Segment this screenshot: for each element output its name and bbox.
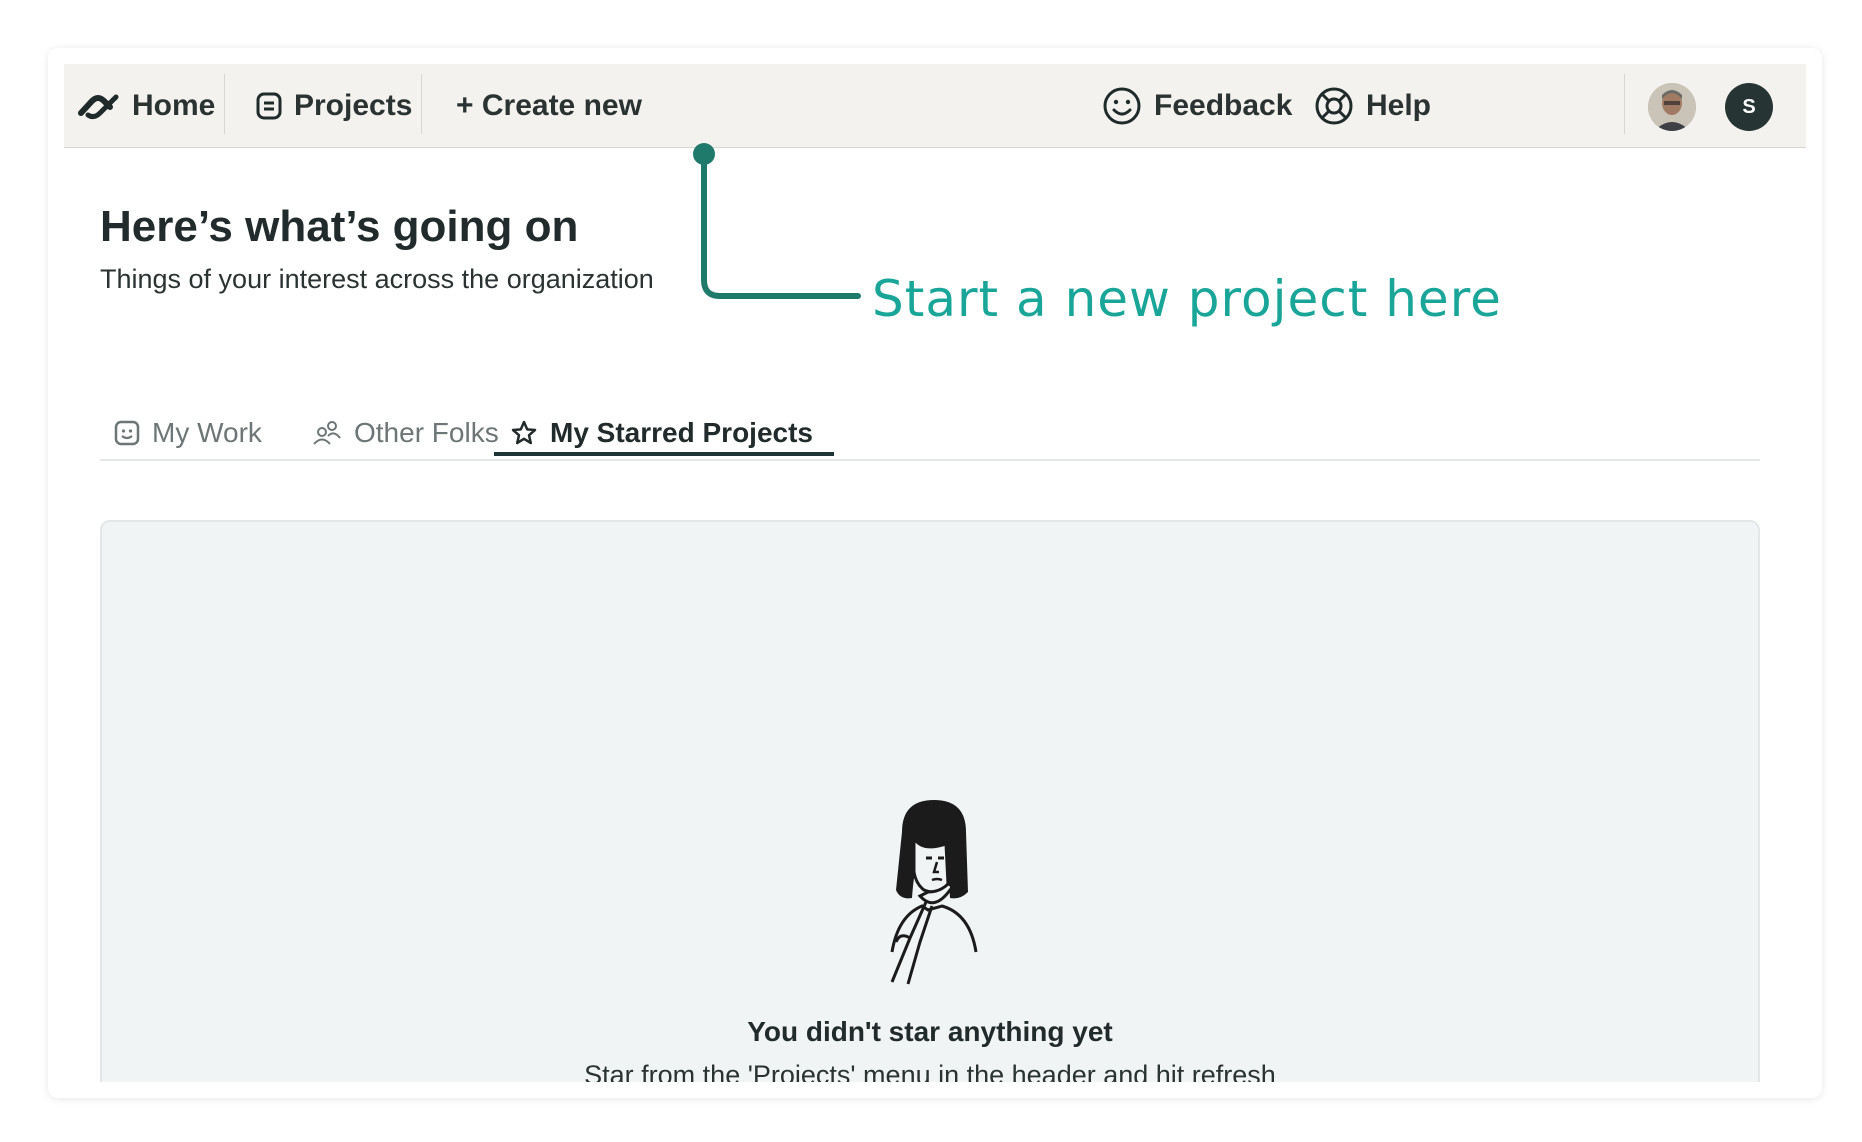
annotation-label: Start a new project here xyxy=(872,270,1502,328)
tab-other-folks[interactable]: Other Folks xyxy=(312,409,499,457)
nav-home-label: Home xyxy=(132,89,216,122)
tab-my-starred-projects-label: My Starred Projects xyxy=(550,417,813,448)
tab-other-folks-label: Other Folks xyxy=(354,417,499,448)
user-avatar-initial[interactable]: S xyxy=(1725,83,1773,131)
active-tab-indicator xyxy=(494,452,834,456)
nav-divider xyxy=(1624,74,1625,134)
smiley-icon xyxy=(1102,86,1142,126)
nav-divider xyxy=(421,74,422,134)
tab-my-work[interactable]: My Work xyxy=(114,409,262,457)
feedback-label: Feedback xyxy=(1154,89,1293,122)
create-new-label: + Create new xyxy=(456,89,642,122)
tab-bar: My Work Other Folks My Starred Projects xyxy=(100,399,1760,461)
empty-state-title: You didn't star anything yet xyxy=(747,1016,1113,1047)
nav-divider xyxy=(224,74,225,134)
logo-icon xyxy=(78,91,120,121)
smiley-square-icon xyxy=(114,420,140,446)
empty-state-subtitle: Star from the 'Projects' menu in the hea… xyxy=(584,1060,1276,1082)
feedback-button[interactable]: Feedback xyxy=(1102,64,1292,148)
nav-projects[interactable]: Projects xyxy=(256,64,412,148)
help-label: Help xyxy=(1366,89,1432,122)
page-title: Here’s what’s going on xyxy=(100,202,579,251)
nav-home[interactable]: Home xyxy=(78,64,215,148)
help-button[interactable]: Help xyxy=(1314,64,1431,148)
people-icon xyxy=(312,420,342,446)
lifebuoy-icon xyxy=(1314,86,1354,126)
page-subtitle: Things of your interest across the organ… xyxy=(100,264,654,294)
nav-projects-label: Projects xyxy=(294,89,413,122)
user-avatar-photo[interactable] xyxy=(1648,83,1696,131)
tab-my-work-label: My Work xyxy=(152,417,262,448)
top-navbar: Home Projects + Create new Feedback Help… xyxy=(64,64,1806,148)
empty-state-panel: You didn't star anything yet Star from t… xyxy=(100,520,1760,1082)
app-content: Home Projects + Create new Feedback Help… xyxy=(64,64,1806,1082)
document-icon xyxy=(256,92,282,120)
star-icon xyxy=(510,419,538,447)
app-window: Home Projects + Create new Feedback Help… xyxy=(48,48,1822,1098)
tab-my-starred-projects[interactable]: My Starred Projects xyxy=(510,409,813,457)
thinking-person-illustration xyxy=(862,792,1002,997)
create-new-button[interactable]: + Create new xyxy=(456,64,642,148)
